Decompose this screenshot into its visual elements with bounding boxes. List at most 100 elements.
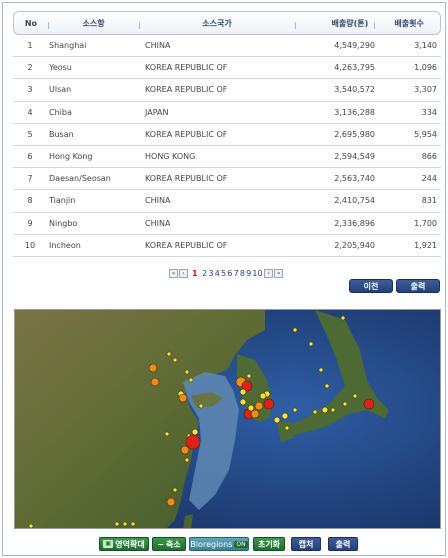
port-marker[interactable] <box>308 341 314 347</box>
port-marker[interactable] <box>284 425 290 431</box>
zoom-in-button[interactable]: ▣ 영역확대 <box>99 537 149 551</box>
port-marker[interactable] <box>28 523 34 528</box>
port-marker[interactable] <box>114 521 120 527</box>
page-link[interactable]: 10 <box>252 269 263 278</box>
row-port: Incheon <box>49 240 81 250</box>
port-marker[interactable] <box>340 315 346 321</box>
zoom-out-button[interactable]: − 축소 <box>152 537 186 551</box>
table-row[interactable]: 3 Ulsan KOREA REPUBLIC OF 3,540,572 3,307 <box>13 79 441 102</box>
row-volume: 2,594,549 <box>334 152 375 162</box>
port-marker[interactable] <box>172 357 178 363</box>
row-volume: 3,136,288 <box>334 107 375 117</box>
port-marker[interactable] <box>198 403 204 409</box>
row-country: CHINA <box>145 196 171 206</box>
prev-page-button[interactable]: ‹ <box>179 268 188 278</box>
table-row[interactable]: 6 Hong Kong HONG KONG 2,594,549 866 <box>13 146 441 169</box>
row-port: Shanghai <box>49 41 87 51</box>
port-marker[interactable] <box>150 377 160 387</box>
output-button[interactable]: 출력 <box>396 279 440 293</box>
table-row[interactable]: 4 Chiba JAPAN 3,136,288 334 <box>13 102 441 124</box>
row-country: KOREA REPUBLIC OF <box>145 240 228 250</box>
port-marker[interactable] <box>318 367 324 373</box>
row-count: 1,700 <box>414 218 437 228</box>
row-country: CHINA <box>145 41 171 51</box>
port-marker[interactable] <box>281 412 289 420</box>
port-marker[interactable] <box>254 401 264 411</box>
port-marker[interactable] <box>292 327 298 333</box>
row-count: 5,954 <box>414 129 437 139</box>
port-marker[interactable] <box>184 369 190 375</box>
port-marker[interactable] <box>188 377 194 383</box>
port-marker[interactable] <box>342 401 348 407</box>
row-volume: 2,695,980 <box>334 129 375 139</box>
row-port: Chiba <box>49 107 72 117</box>
row-no: 5 <box>27 129 33 139</box>
row-country: KOREA REPUBLIC OF <box>145 129 228 139</box>
port-marker[interactable] <box>148 363 158 373</box>
port-marker[interactable] <box>312 409 318 415</box>
header-port[interactable]: 소스항 <box>47 18 140 29</box>
port-marker[interactable] <box>321 406 329 414</box>
port-marker[interactable] <box>178 393 188 403</box>
row-port: Busan <box>49 129 74 139</box>
port-marker[interactable] <box>239 388 247 396</box>
port-marker[interactable] <box>273 416 281 424</box>
table-row[interactable]: 10 Incheon KOREA REPUBLIC OF 2,205,940 1,921 <box>13 235 441 257</box>
port-marker[interactable] <box>130 521 136 527</box>
row-port: Tianjin <box>49 196 76 206</box>
port-marker[interactable] <box>330 407 336 413</box>
row-country: HONG KONG <box>145 152 196 162</box>
bioregions-toggle[interactable]: Bioregions ON <box>189 537 249 551</box>
port-marker[interactable] <box>122 521 128 527</box>
port-marker[interactable] <box>185 434 201 450</box>
table-row[interactable]: 2 Yeosu KOREA REPUBLIC OF 4,263,795 1,096 <box>13 57 441 80</box>
last-page-button[interactable]: » <box>274 268 284 278</box>
reset-button[interactable]: 초기화 <box>253 537 285 551</box>
zoom-in-label: 영역확대 <box>115 539 145 549</box>
print-button[interactable]: 출력 <box>328 537 358 551</box>
row-no: 10 <box>24 240 36 250</box>
capture-button[interactable]: 캡처 <box>291 537 321 551</box>
table-row[interactable]: 5 Busan KOREA REPUBLIC OF 2,695,980 5,954 <box>13 124 441 146</box>
port-marker[interactable] <box>250 409 260 419</box>
port-marker[interactable] <box>180 445 190 455</box>
row-no: 8 <box>27 196 33 206</box>
bioregions-label: Bioregions <box>190 539 233 549</box>
port-marker[interactable] <box>292 407 298 413</box>
map-canvas[interactable] <box>15 310 441 529</box>
port-marker[interactable] <box>172 487 178 493</box>
port-marker[interactable] <box>164 431 170 437</box>
first-page-button[interactable]: « <box>169 268 178 278</box>
table-row[interactable]: 1 Shanghai CHINA 4,549,290 3,140 <box>13 35 441 58</box>
table-row[interactable]: 8 Tianjin CHINA 2,410,754 831 <box>13 190 441 213</box>
header-country[interactable]: 소스국가 <box>139 18 294 29</box>
port-marker[interactable] <box>324 383 330 389</box>
port-marker[interactable] <box>191 428 199 436</box>
row-count: 866 <box>421 152 437 162</box>
port-marker[interactable] <box>352 393 358 399</box>
port-marker[interactable] <box>166 497 176 507</box>
port-marker[interactable] <box>263 398 275 410</box>
table-row[interactable]: 7 Daesan/Seosan KOREA REPUBLIC OF 2,563,740… <box>13 168 441 191</box>
port-marker[interactable] <box>239 398 247 406</box>
port-marker[interactable] <box>259 392 267 400</box>
row-count: 831 <box>421 196 437 206</box>
prev-button[interactable]: 이전 <box>349 279 393 293</box>
row-volume: 2,563,740 <box>334 174 375 184</box>
table-row[interactable]: 9 Ningbo CHINA 2,336,896 1,700 <box>13 213 441 235</box>
port-marker[interactable] <box>247 404 255 412</box>
port-marker[interactable] <box>166 351 172 357</box>
next-page-button[interactable]: › <box>264 268 274 278</box>
header-count[interactable]: 배출횟수 <box>374 18 440 29</box>
minus-icon: − <box>157 539 164 549</box>
header-no[interactable]: No <box>14 19 48 28</box>
satellite-map[interactable] <box>14 309 441 529</box>
row-no: 1 <box>27 41 33 51</box>
row-port: Ulsan <box>49 85 72 95</box>
port-marker[interactable] <box>246 373 252 379</box>
port-marker[interactable] <box>363 398 375 410</box>
header-volume[interactable]: 배출량(톤) <box>294 18 375 29</box>
bioregions-state-badge: ON <box>234 540 248 548</box>
port-marker[interactable] <box>184 457 190 463</box>
row-count: 244 <box>421 174 437 184</box>
